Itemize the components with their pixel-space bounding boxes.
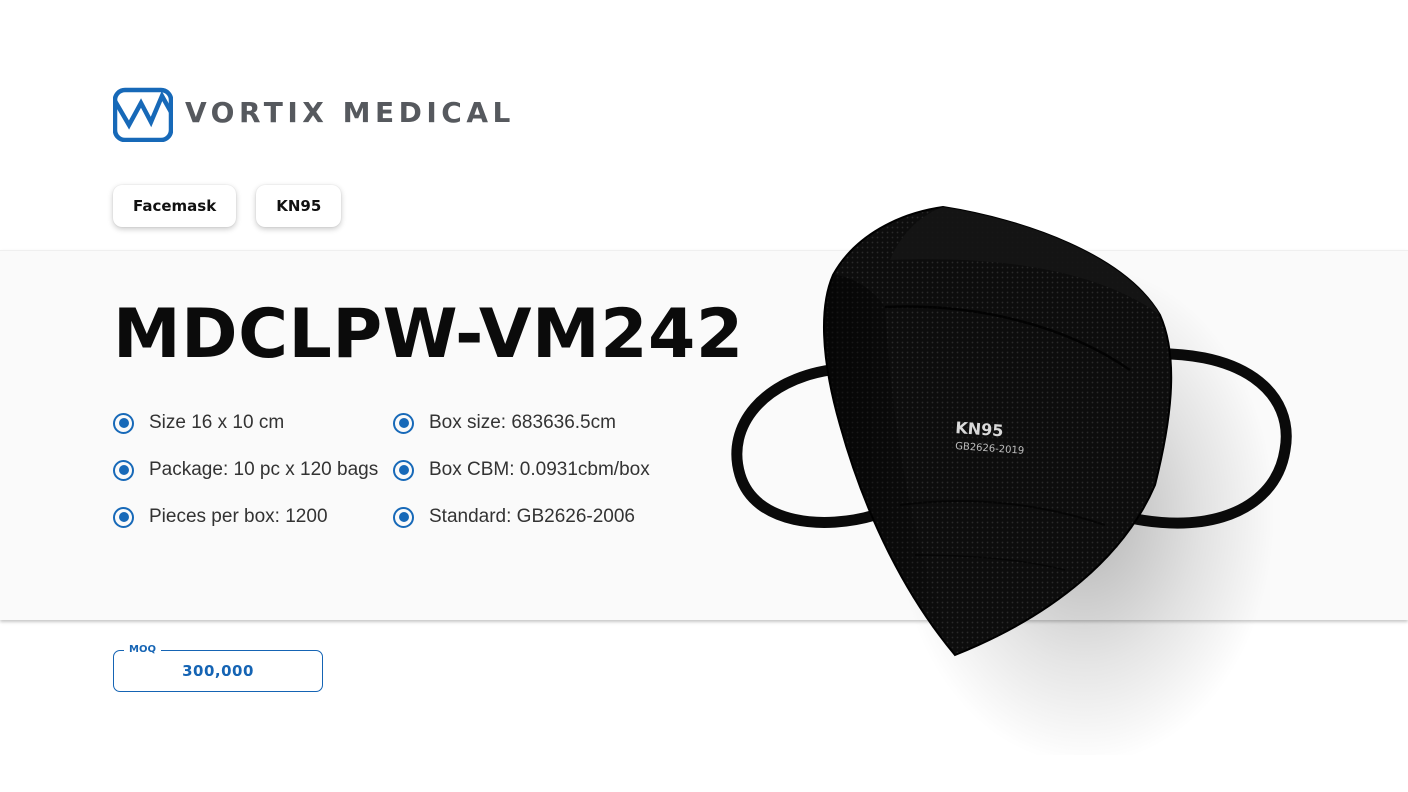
moq-value: 300,000 xyxy=(182,662,254,680)
spec-item-text: Standard: GB2626-2006 xyxy=(429,506,635,527)
spec-item-pieces: Pieces per box: 1200 xyxy=(113,506,328,528)
radio-bullet-icon xyxy=(393,412,414,434)
moq-label: MOQ xyxy=(124,643,161,657)
spec-item-text: Pieces per box: 1200 xyxy=(149,506,328,527)
moq-field[interactable]: MOQ 300,000 xyxy=(113,643,323,692)
spec-item-text: Package: 10 pc x 120 bags xyxy=(149,459,379,480)
spec-item-text: Size 16 x 10 cm xyxy=(149,412,285,433)
tag-kn95[interactable]: KN95 xyxy=(256,185,342,227)
spec-item-text: Box size: 683636.5cm xyxy=(429,412,616,433)
kn95-mask-image: KN95 GB2626-2019 xyxy=(731,205,1292,755)
spec-item-standard: Standard: GB2626-2006 xyxy=(393,506,635,528)
radio-bullet-icon xyxy=(393,459,414,481)
category-tags: Facemask KN95 xyxy=(113,185,342,227)
radio-bullet-icon xyxy=(113,412,134,434)
spec-item-text: Box CBM: 0.0931cbm/box xyxy=(429,459,650,480)
brand-logo[interactable]: VORTIX MEDICAL xyxy=(113,82,515,142)
spec-item-box-size: Box size: 683636.5cm xyxy=(393,412,616,434)
product-card: VORTIX MEDICAL Facemask KN95 MDCLPW-VM24… xyxy=(0,0,1408,792)
tag-facemask[interactable]: Facemask xyxy=(113,185,237,227)
radio-bullet-icon xyxy=(113,459,134,481)
mask-print-title: KN95 xyxy=(955,418,1004,440)
spec-item-size: Size 16 x 10 cm xyxy=(113,412,284,434)
radio-bullet-icon xyxy=(113,506,134,528)
radio-bullet-icon xyxy=(393,506,414,528)
brand-name: VORTIX MEDICAL xyxy=(185,95,515,129)
spec-item-box-cbm: Box CBM: 0.0931cbm/box xyxy=(393,459,650,481)
product-model-title: MDCLPW-VM242 xyxy=(113,295,744,374)
spec-item-package: Package: 10 pc x 120 bags xyxy=(113,459,378,481)
vortix-logo-icon xyxy=(113,87,173,142)
